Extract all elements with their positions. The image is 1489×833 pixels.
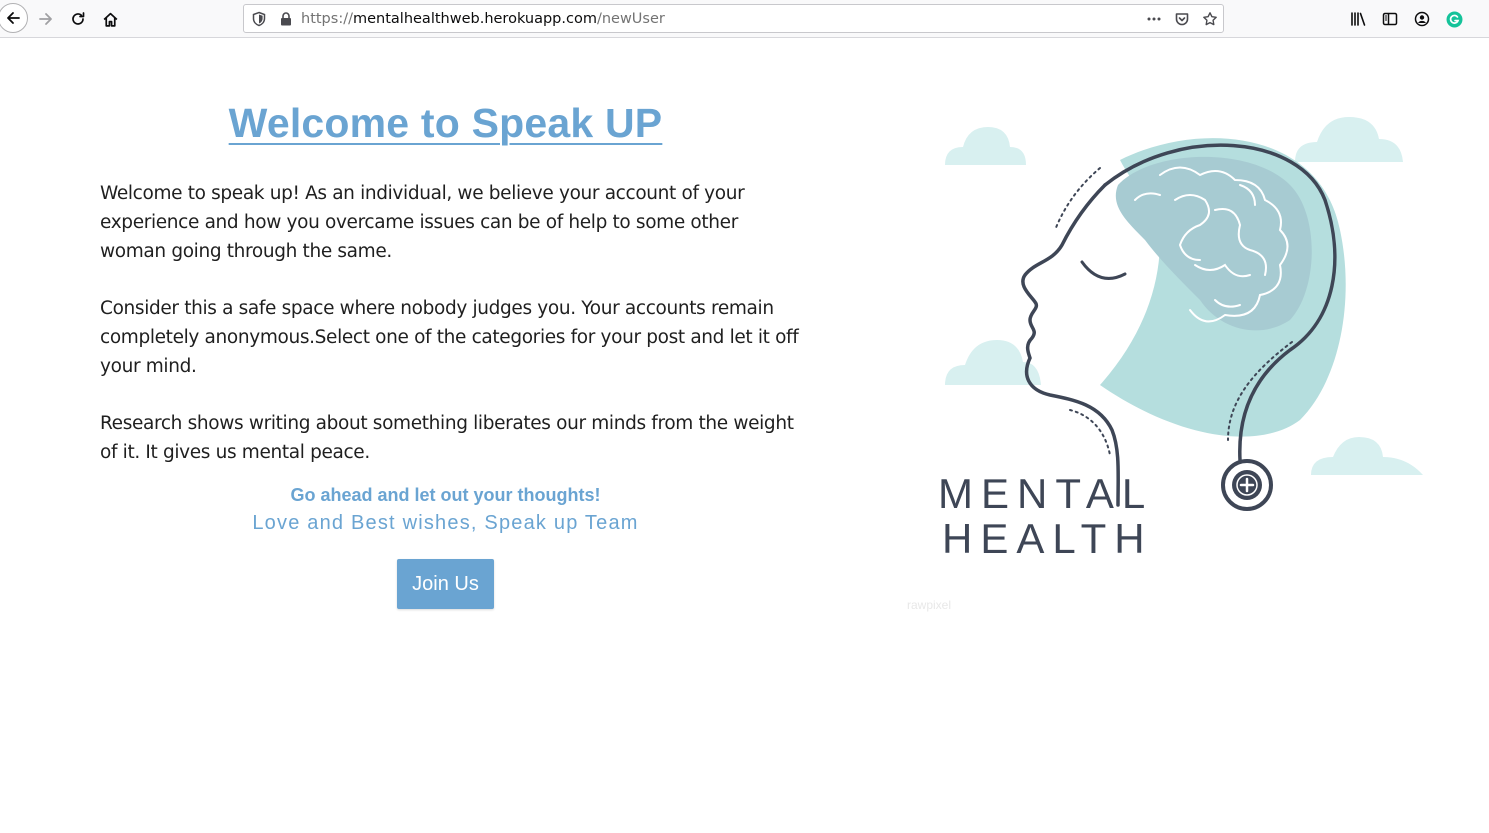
- mental-health-illustration: MENTAL HEALTH: [938, 117, 1423, 562]
- safe-space-paragraph: Consider this a safe space where nobody …: [100, 298, 799, 377]
- url-protocol: https://: [301, 11, 353, 27]
- lock-icon[interactable]: [278, 11, 294, 27]
- closed-eye: [1080, 260, 1127, 280]
- url-domain: mentalhealthweb.herokuapp.com: [352, 11, 597, 27]
- reload-icon: [72, 12, 85, 25]
- grammarly-button[interactable]: [1440, 5, 1468, 33]
- intro-paragraph: Welcome to speak up! As an individual, w…: [100, 183, 745, 262]
- home-icon: [103, 12, 117, 27]
- forward-arrow-icon: [39, 13, 52, 25]
- call-to-action-text: Go ahead and let out your thoughts!: [290, 485, 601, 505]
- url-text[interactable]: https://mentalhealthweb.herokuapp.com/ne…: [301, 11, 665, 27]
- sidebar-icon: [1382, 12, 1398, 26]
- browser-toolbar: https://mentalhealthweb.herokuapp.com/ne…: [0, 0, 1489, 38]
- url-path: /newUser: [596, 11, 665, 27]
- shield-icon[interactable]: [251, 11, 267, 27]
- more-actions-icon[interactable]: [1146, 11, 1162, 27]
- reload-button[interactable]: [64, 5, 92, 33]
- join-us-button[interactable]: Join Us: [397, 559, 494, 609]
- bookmark-star-icon[interactable]: [1202, 11, 1218, 27]
- url-bar[interactable]: https://mentalhealthweb.herokuapp.com/ne…: [243, 4, 1224, 33]
- forward-button[interactable]: [32, 5, 60, 33]
- back-button[interactable]: [0, 3, 28, 33]
- signoff-text: Love and Best wishes, Speak up Team: [252, 512, 639, 534]
- research-paragraph: Research shows writing about something l…: [100, 413, 794, 463]
- home-button[interactable]: [96, 5, 124, 33]
- library-icon: [1350, 12, 1365, 26]
- account-button[interactable]: [1408, 5, 1436, 33]
- face-outline: [1021, 183, 1120, 507]
- illustration-text-health: HEALTH: [942, 515, 1153, 562]
- pocket-icon[interactable]: [1174, 11, 1190, 27]
- grammarly-icon: [1446, 11, 1462, 27]
- brain-shape: [1115, 156, 1312, 331]
- page-title: Welcome to Speak UP: [228, 100, 663, 146]
- stethoscope-chestpiece: [1221, 459, 1273, 511]
- illustration-text-mental: MENTAL: [938, 470, 1153, 517]
- library-button[interactable]: [1344, 5, 1372, 33]
- watermark-text: rawpixel: [907, 598, 952, 612]
- back-arrow-icon: [7, 12, 20, 24]
- sidebar-button[interactable]: [1376, 5, 1404, 33]
- account-icon: [1414, 11, 1430, 27]
